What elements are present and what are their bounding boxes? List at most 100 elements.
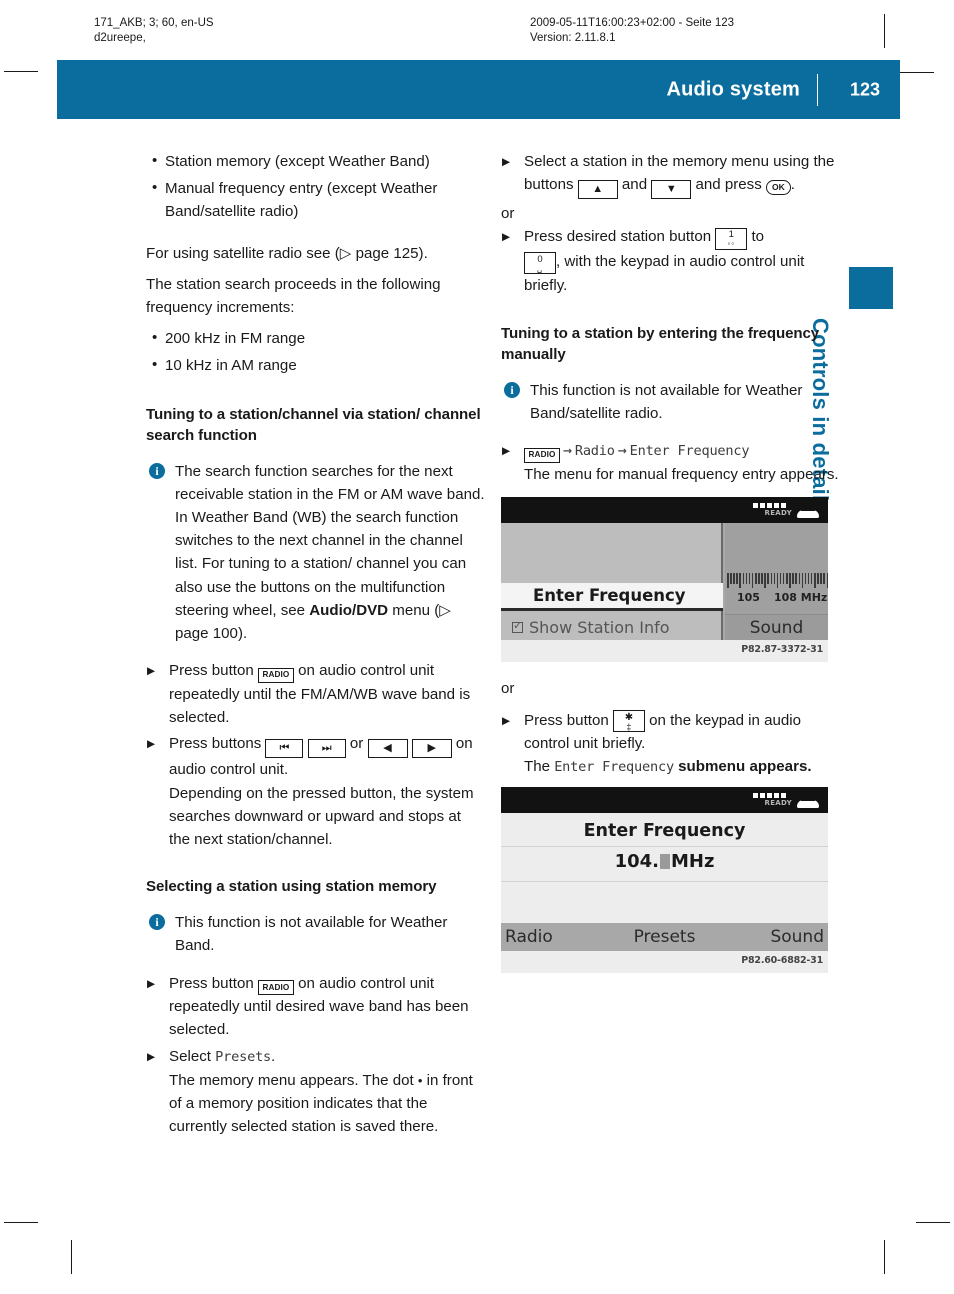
step-press-radio-1: Press button RADIO on audio control unit…	[146, 659, 486, 729]
menu-item-show-station-info[interactable]: Show Station Info	[501, 614, 723, 640]
status-bar-2: READY	[501, 787, 828, 813]
crop-mark-bottom-right	[916, 1222, 950, 1224]
info-icon: i	[149, 914, 165, 931]
up-arrow-button-icon[interactable]: ▲	[577, 180, 618, 200]
step2-text-or: or	[345, 735, 368, 753]
r-step2-post: , with the keypad in audio control unit …	[524, 252, 805, 295]
r-step1-press: and press	[691, 176, 766, 194]
step3-text-pre: Press button	[169, 974, 258, 992]
frequency-unit: MHz	[670, 851, 715, 872]
bottom-menu-bar: Radio Presets Sound	[501, 923, 828, 951]
note-search-function: i The search function searches for the n…	[146, 460, 486, 646]
crop-mark-right-lower	[884, 1240, 886, 1274]
list-item: 10 kHz in AM range	[146, 353, 486, 377]
r-step2-to: to	[747, 228, 765, 246]
note-manual-frequency: i This function is not available for Wea…	[501, 379, 841, 425]
figure-caption-1-text: P82.87-3372-31	[741, 644, 823, 655]
device-screen-2: READY Enter Frequency 104. MHz Radio Pres…	[501, 787, 828, 951]
print-header-left-line2: d2ureepe,	[94, 32, 146, 44]
skip-forward-button-icon[interactable]: ⏭	[307, 739, 346, 759]
crop-mark-top-right	[900, 72, 934, 74]
scale-label-left: 105	[737, 591, 760, 604]
keypad-zero-button-icon[interactable]: 0 ␣	[524, 252, 556, 275]
sound-button-1[interactable]: Sound	[725, 614, 828, 640]
or-separator-1: or	[501, 205, 515, 223]
step-press-radio-2: Press button RADIO on audio control unit…	[146, 972, 486, 1042]
r-step2-pre: Press desired station button	[524, 228, 716, 246]
status-ready-label-1: READY	[764, 509, 792, 517]
menu-item-enter-frequency-selected[interactable]: Enter Frequency	[501, 583, 723, 611]
checkbox-icon[interactable]	[512, 619, 523, 633]
list-item: Manual frequency entry (except Weather B…	[146, 176, 486, 223]
figure-caption-2-text: P82.60-6882-31	[741, 955, 823, 966]
screen-body-1: Enter Frequency Show Station Info 105 10…	[501, 523, 828, 640]
figure-enter-frequency-submenu: READY Enter Frequency 104. MHz Radio Pres…	[501, 787, 828, 973]
screen-body-2: Enter Frequency 104. MHz	[501, 813, 828, 923]
keypad-one-button-icon[interactable]: 1 ◦◦	[715, 227, 748, 250]
menu-item-radio[interactable]: Radio	[575, 443, 615, 459]
step-press-star-button: Press button ✱‡ on the keypad in audio c…	[501, 709, 841, 780]
heading-station-memory: Selecting a station using station memory	[146, 878, 437, 896]
down-arrow-button-icon[interactable]: ▼	[651, 180, 692, 200]
figure-enter-frequency-menu: READY Enter Frequency Show Station Info …	[501, 497, 828, 662]
step4-cont-a: The memory menu appears. The dot	[169, 1071, 418, 1089]
note-station-memory: i This function is not available for Wea…	[146, 911, 486, 957]
crop-mark-right-upper	[884, 14, 886, 48]
figure-caption-2: P82.60-6882-31	[501, 951, 828, 973]
text-cursor	[659, 854, 670, 869]
bottom-button-presets[interactable]: Presets	[634, 927, 696, 947]
step2-text-pre: Press buttons	[169, 735, 266, 753]
keypad-star-button-icon[interactable]: ✱ ‡	[612, 710, 645, 733]
info-icon: i	[504, 381, 520, 398]
step1-text-pre: Press button	[169, 662, 258, 680]
arrow-right-icon: →	[563, 441, 572, 460]
print-header-mid-line2: Version: 2.11.8.1	[530, 32, 616, 44]
side-tab-block	[849, 267, 893, 309]
signal-strength-icon	[753, 503, 786, 508]
r-step3-cont-b: submenu appears.	[673, 758, 812, 776]
arrow-right-icon: →	[617, 441, 627, 460]
crop-mark-left-lower	[71, 1240, 73, 1274]
radio-button-icon[interactable]: RADIO	[257, 667, 294, 683]
frequency-entry-field[interactable]: 104. MHz	[501, 851, 828, 872]
menu-path-continuation: The menu for manual frequency entry appe…	[524, 466, 839, 484]
bottom-button-sound[interactable]: Sound	[770, 927, 824, 947]
radio-button-icon[interactable]: RADIO	[257, 980, 294, 996]
tuner-panel: 105 108 MHz Sound	[725, 523, 828, 640]
bottom-button-radio[interactable]: Radio	[505, 927, 553, 947]
left-arrow-button-icon[interactable]: ◀	[367, 739, 408, 759]
paragraph-increments: The station search proceeds in the follo…	[146, 275, 441, 317]
frequency-value: 104.	[614, 851, 659, 872]
signal-strength-icon	[753, 793, 786, 798]
note-search-text-a: The search function searches for the nex…	[175, 462, 485, 619]
skip-back-button-icon[interactable]: ⏮	[265, 739, 304, 759]
or-separator-2: or	[501, 680, 515, 698]
header-divider	[816, 74, 818, 106]
ok-button-icon[interactable]: OK	[765, 180, 791, 196]
right-column: Select a station in the memory menu usin…	[501, 150, 841, 783]
heading-manual-frequency: Tuning to a station by entering the freq…	[501, 324, 820, 363]
note-memory-text: This function is not available for Weath…	[175, 914, 448, 955]
submenu-title: Enter Frequency	[583, 821, 746, 841]
r-step3-continuation: The Enter Frequency submenu appears.	[524, 755, 841, 779]
heading-search-function: Tuning to a station/channel via station/…	[146, 405, 481, 444]
step-menu-path: RADIO→Radio→Enter Frequency The menu for…	[501, 439, 841, 486]
print-header-left-line1: 171_AKB; 3; 60, en-US	[94, 17, 214, 29]
r-step3-cont-a: The	[524, 758, 555, 776]
page-title: Audio system	[666, 78, 800, 100]
frequency-scale	[725, 573, 828, 588]
submenu-enter-frequency[interactable]: Enter Frequency	[554, 759, 674, 775]
right-arrow-button-icon[interactable]: ▶	[411, 739, 452, 759]
step2-continuation: Depending on the pressed button, the sys…	[169, 784, 474, 848]
status-ready-label-2: READY	[764, 799, 792, 807]
menu-item-enter-frequency[interactable]: Enter Frequency	[630, 443, 750, 459]
step-press-station-button: Press desired station button 1◦◦ to 0␣, …	[501, 225, 841, 297]
step4-text-post: .	[271, 1047, 276, 1065]
list-item: 200 kHz in FM range	[146, 326, 486, 350]
radio-button-icon[interactable]: RADIO	[524, 447, 560, 463]
menu-item-presets[interactable]: Presets	[215, 1049, 271, 1065]
device-screen-1: READY Enter Frequency Show Station Info …	[501, 497, 828, 640]
step4-continuation: The memory menu appears. The dot • in fr…	[169, 1069, 486, 1139]
step-press-seek: Press buttons ⏮ ⏭ or ◀ ▶ on audio contro…	[146, 732, 486, 851]
step4-text-pre: Select	[169, 1047, 216, 1065]
